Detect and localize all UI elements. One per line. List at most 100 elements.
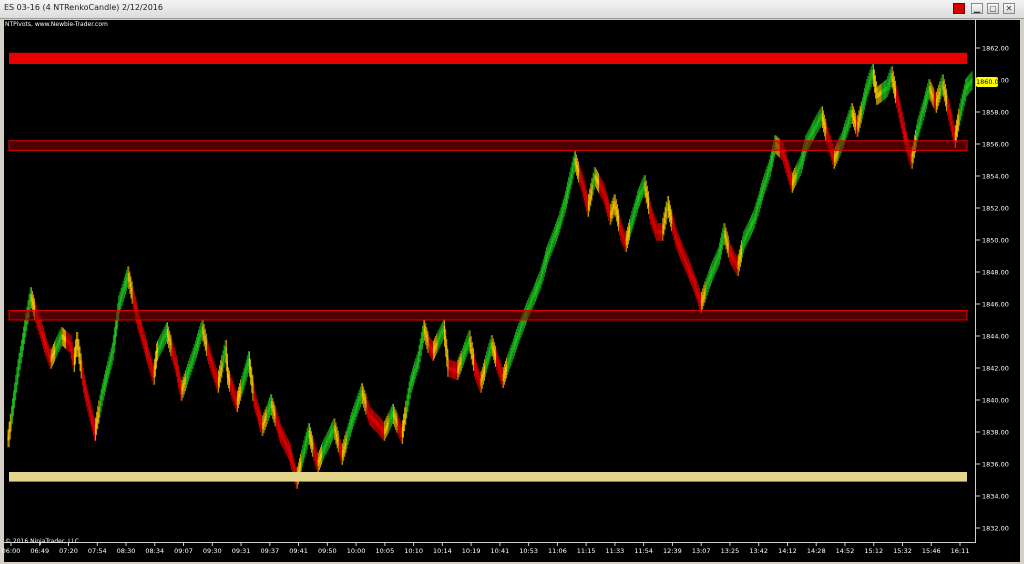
- renko-brick: [204, 335, 206, 345]
- renko-brick: [445, 336, 447, 350]
- renko-chart[interactable]: 1862.00 1860.00 1858.00 1856.00 1854.00 1852.…: [0, 0, 1024, 564]
- renko-brick: [811, 129, 813, 136]
- x-tick-label: 09:30: [203, 547, 222, 555]
- renko-brick: [170, 341, 172, 350]
- renko-brick: [154, 358, 156, 370]
- x-tick-label: 14:12: [778, 547, 797, 555]
- renko-brick: [920, 114, 922, 122]
- renko-brick: [175, 361, 177, 370]
- renko-brick: [948, 105, 950, 114]
- x-tick-label: 09:07: [174, 547, 193, 555]
- renko-brick: [613, 201, 615, 209]
- renko-brick: [863, 94, 866, 104]
- renko-brick: [530, 299, 532, 306]
- renko-brick: [410, 378, 412, 386]
- renko-brick: [322, 448, 324, 456]
- renko-brick: [717, 254, 719, 261]
- renko-brick: [463, 348, 466, 356]
- renko-brick: [8, 428, 10, 441]
- renko-brick: [815, 123, 817, 130]
- renko-brick: [425, 330, 427, 338]
- renko-brick: [313, 446, 315, 454]
- renko-brick: [247, 358, 249, 367]
- renko-brick: [745, 233, 747, 240]
- renko-brick: [928, 86, 930, 94]
- renko-brick: [182, 383, 184, 391]
- renko-brick: [91, 415, 93, 425]
- renko-brick: [315, 454, 317, 462]
- renko-brick: [391, 410, 394, 418]
- renko-brick: [785, 158, 787, 166]
- renko-brick: [171, 345, 173, 354]
- time-axis-divider: [4, 542, 976, 543]
- renko-brick: [897, 97, 899, 106]
- renko-brick: [96, 418, 98, 429]
- x-tick-label: 10:00: [347, 547, 366, 555]
- renko-brick: [547, 251, 549, 258]
- renko-brick: [551, 239, 553, 247]
- renko-brick: [325, 441, 327, 448]
- renko-brick: [336, 433, 338, 442]
- renko-brick: [501, 373, 503, 382]
- renko-brick: [348, 426, 350, 434]
- renko-brick: [41, 331, 43, 339]
- renko-brick: [75, 346, 77, 358]
- renko-brick: [88, 401, 90, 410]
- renko-brick: [167, 329, 169, 338]
- renko-brick: [783, 150, 785, 158]
- renko-brick: [268, 404, 271, 412]
- renko-brick: [521, 320, 523, 328]
- renko-brick: [893, 82, 895, 92]
- renko-brick: [202, 326, 204, 335]
- x-tick-label: 11:06: [548, 547, 567, 555]
- renko-brick: [657, 230, 659, 234]
- renko-brick: [337, 437, 339, 446]
- renko-brick: [565, 193, 568, 202]
- renko-brick: [104, 376, 107, 386]
- renko-brick: [393, 410, 395, 418]
- renko-brick: [101, 390, 103, 400]
- renko-brick: [57, 341, 59, 348]
- price-axis-divider: [975, 20, 976, 542]
- x-tick-label: 15:12: [864, 547, 883, 555]
- renko-brick: [888, 79, 890, 87]
- renko-brick: [665, 208, 667, 218]
- renko-brick: [684, 256, 686, 264]
- renko-brick: [708, 275, 710, 282]
- renko-brick: [877, 93, 879, 98]
- x-tick-label: 07:20: [59, 547, 78, 555]
- renko-brick: [951, 120, 953, 131]
- renko-brick: [468, 337, 470, 345]
- renko-brick: [362, 390, 364, 398]
- renko-brick: [961, 100, 963, 110]
- renko-brick: [42, 334, 45, 343]
- renko-brick: [424, 326, 426, 334]
- renko-brick: [600, 184, 602, 190]
- renko-brick: [87, 396, 89, 406]
- renko-brick: [419, 345, 421, 356]
- renko-brick: [866, 86, 868, 95]
- renko-brick: [814, 125, 816, 132]
- renko-brick: [506, 364, 508, 372]
- renko-brick: [916, 131, 918, 141]
- renko-brick: [225, 346, 227, 365]
- renko-brick: [98, 407, 100, 417]
- renko-brick: [208, 350, 210, 358]
- x-tick-label: 07:54: [88, 547, 107, 555]
- renko-brick: [388, 418, 390, 425]
- renko-brick: [723, 230, 725, 239]
- renko-brick: [809, 133, 811, 140]
- x-tick-label: 11:15: [577, 547, 596, 555]
- renko-brick: [794, 174, 796, 182]
- renko-brick: [624, 238, 626, 246]
- renko-brick: [514, 339, 517, 346]
- renko-brick: [604, 194, 606, 202]
- renko-brick: [230, 380, 232, 389]
- renko-brick: [143, 338, 145, 346]
- renko-brick: [656, 230, 658, 234]
- renko-brick: [699, 298, 702, 306]
- renko-brick: [281, 432, 283, 439]
- renko-brick: [141, 330, 143, 338]
- renko-brick: [293, 464, 295, 473]
- renko-brick: [619, 220, 621, 230]
